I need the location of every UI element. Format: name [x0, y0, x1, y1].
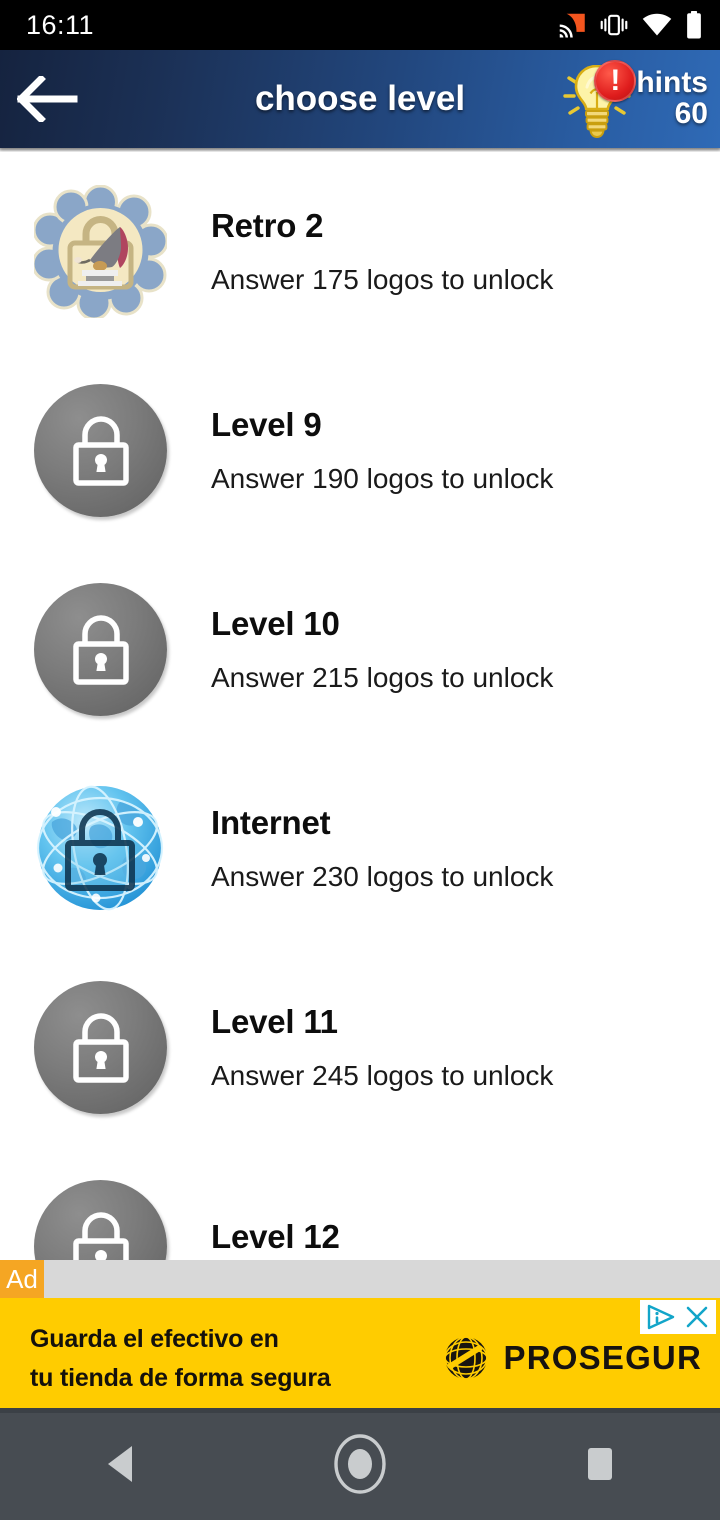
ad-badge: Ad [0, 1260, 44, 1298]
ad-banner[interactable]: Ad Guarda el efectivo en tu tienda de fo… [0, 1260, 720, 1408]
lock-circle-icon [34, 583, 167, 716]
level-title: Level 12 [211, 1218, 340, 1255]
lock-circle-icon [34, 384, 167, 517]
app-screen: 16:11 choose level ! hints 60 Retro 2 An… [0, 0, 720, 1520]
level-icon [34, 782, 167, 915]
back-arrow-icon [17, 76, 78, 122]
ad-body[interactable]: Guarda el efectivo en tu tienda de forma… [0, 1298, 720, 1408]
level-icon [34, 1180, 167, 1260]
ad-controls[interactable] [640, 1300, 716, 1334]
hints-count: 60 [674, 97, 708, 130]
level-icon [31, 184, 169, 321]
level-row-level-12[interactable]: Level 12 [0, 1147, 720, 1260]
prosegur-globe-icon [443, 1336, 488, 1380]
back-button[interactable] [0, 50, 96, 148]
level-row-retro-2[interactable]: Retro 2 Answer 175 logos to unlock [0, 152, 720, 351]
level-text: Level 10 Answer 215 logos to unlock [211, 605, 553, 694]
level-subtitle: Answer 215 logos to unlock [211, 662, 554, 693]
padlock-icon [72, 1012, 129, 1083]
hints-bulb-wrap: ! [560, 56, 637, 142]
padlock-icon [72, 614, 129, 685]
level-subtitle: Answer 230 logos to unlock [211, 861, 554, 892]
level-title: Level 11 [211, 1003, 338, 1040]
cast-icon [559, 13, 585, 38]
hints-label: hints [636, 66, 708, 100]
level-text: Level 11 Answer 245 logos to unlock [211, 1003, 553, 1092]
android-nav-bar [0, 1408, 720, 1520]
adchoices-icon[interactable] [646, 1304, 676, 1330]
level-subtitle: Answer 245 logos to unlock [211, 1060, 554, 1091]
lock-circle-icon [34, 981, 167, 1114]
level-title: Level 9 [211, 406, 322, 443]
close-icon[interactable] [684, 1304, 710, 1330]
ad-copy-line-2: tu tienda de forma segura [30, 1363, 331, 1392]
ad-brand-name: PROSEGUR [503, 1339, 702, 1376]
level-icon [34, 384, 167, 517]
ad-brand: PROSEGUR [442, 1334, 702, 1382]
app-header: choose level ! hints 60 [0, 50, 720, 152]
level-title: Retro 2 [211, 207, 324, 244]
level-text: Retro 2 Answer 175 logos to unlock [211, 207, 553, 296]
nav-recents-button[interactable] [540, 1408, 660, 1520]
status-bar: 16:11 [0, 0, 720, 50]
level-row-internet[interactable]: Internet Answer 230 logos to unlock [0, 749, 720, 948]
globe-lock-icon [36, 785, 164, 911]
retro-badge-gramophone-lock-icon [31, 184, 169, 321]
level-row-level-10[interactable]: Level 10 Answer 215 logos to unlock [0, 550, 720, 749]
padlock-icon [72, 1211, 129, 1260]
level-text: Internet Answer 230 logos to unlock [211, 804, 553, 893]
battery-icon [687, 11, 701, 39]
hints-button[interactable]: ! hints 60 [560, 50, 714, 148]
hints-text: hints 60 [636, 68, 708, 129]
ad-copy-line-1: Guarda el efectivo en [30, 1325, 279, 1353]
status-time: 16:11 [26, 9, 95, 40]
level-subtitle: Answer 190 logos to unlock [211, 463, 554, 494]
status-icons [556, 11, 702, 39]
level-text: Level 12 [211, 1218, 340, 1260]
level-subtitle: Answer 175 logos to unlock [211, 264, 554, 295]
nav-recents-icon [588, 1448, 612, 1480]
vibrate-icon [600, 14, 628, 36]
nav-back-button[interactable] [60, 1408, 180, 1520]
nav-home-icon [334, 1434, 386, 1494]
nav-back-icon [108, 1446, 132, 1482]
lock-circle-icon [34, 1180, 167, 1260]
wifi-icon [642, 13, 672, 36]
level-text: Level 9 Answer 190 logos to unlock [211, 406, 553, 495]
ad-top-strip: Ad [0, 1260, 720, 1298]
level-row-level-9[interactable]: Level 9 Answer 190 logos to unlock [0, 351, 720, 550]
level-row-level-11[interactable]: Level 11 Answer 245 logos to unlock [0, 948, 720, 1147]
level-icon [34, 583, 167, 716]
level-title: Level 10 [211, 605, 340, 642]
level-list[interactable]: Retro 2 Answer 175 logos to unlock Level… [0, 152, 720, 1260]
ad-copy: Guarda el efectivo en tu tienda de forma… [30, 1320, 331, 1398]
nav-home-button[interactable] [300, 1408, 420, 1520]
padlock-icon [72, 415, 129, 486]
level-title: Internet [211, 804, 331, 841]
level-icon [34, 981, 167, 1114]
